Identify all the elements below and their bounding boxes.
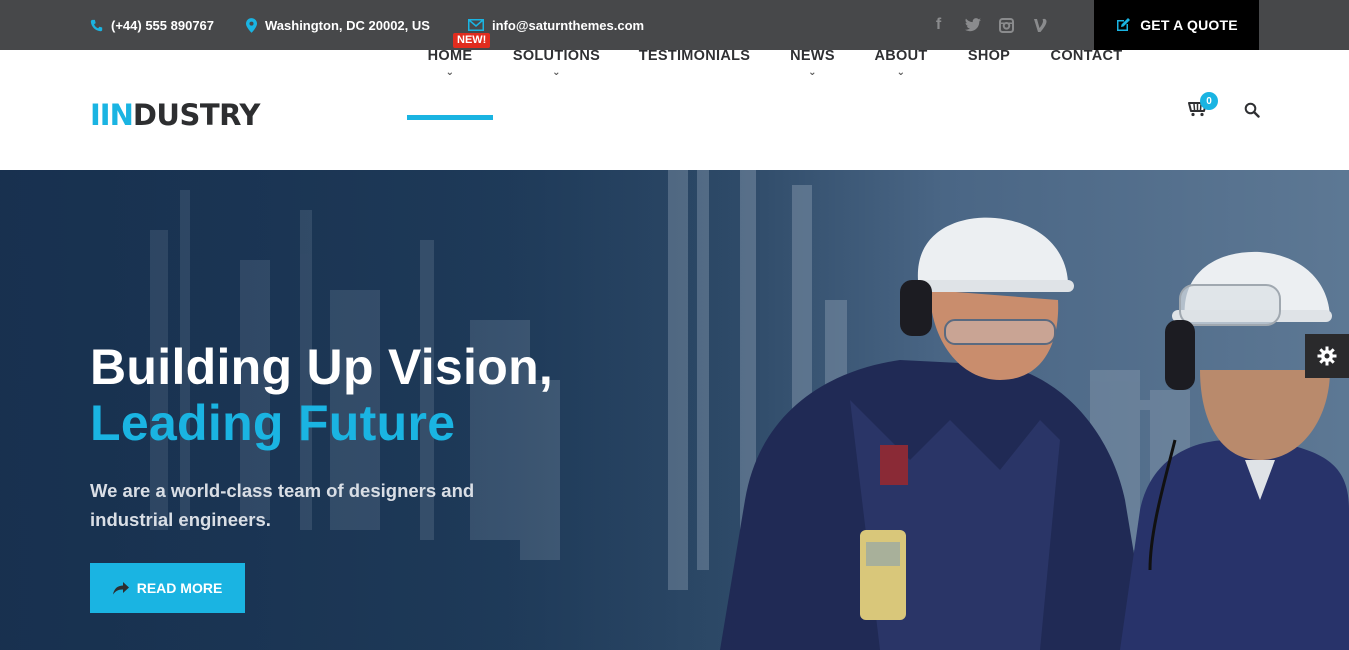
phone-number: (+44) 555 890767 <box>111 17 215 33</box>
read-more-button[interactable]: READ MORE <box>90 563 245 613</box>
share-arrow-icon <box>112 581 129 594</box>
nav-home-label: HOME <box>427 48 473 64</box>
phone-icon <box>90 19 103 31</box>
chevron-down-icon: ⌄ <box>896 67 906 78</box>
nav-about-label: ABOUT <box>874 48 928 64</box>
hero-title-line-2: Leading Future <box>90 395 456 451</box>
nav-news-label: NEWS <box>790 48 835 64</box>
nav-solutions[interactable]: SOLUTIONS ⌄ <box>508 0 605 120</box>
chevron-down-icon: ⌄ <box>808 67 817 78</box>
gear-icon <box>1317 346 1337 366</box>
read-more-label: READ MORE <box>136 580 223 596</box>
quote-label: GET A QUOTE <box>1140 17 1238 33</box>
active-indicator <box>407 115 493 120</box>
facebook-icon[interactable]: f <box>930 16 947 34</box>
nav-news[interactable]: NEWS ⌄ <box>784 0 841 120</box>
logo-text: DUSTRY <box>132 98 261 132</box>
phone-contact[interactable]: (+44) 555 890767 <box>90 0 214 50</box>
nav-testimonials[interactable]: TESTIMONIALS <box>634 0 755 120</box>
chevron-down-icon: ⌄ <box>445 67 455 78</box>
hero-banner: Building Up Vision, Leading Future We ar… <box>0 170 1349 650</box>
nav-about[interactable]: ABOUT ⌄ <box>870 0 932 120</box>
logo-mark: IIN <box>90 98 134 132</box>
nav-shop-label: SHOP <box>967 48 1011 64</box>
hero-subtitle: We are a world-class team of designers a… <box>90 480 475 530</box>
nav-solutions-label: SOLUTIONS <box>512 48 601 64</box>
nav-contact[interactable]: CONTACT <box>1045 0 1128 120</box>
nav-contact-label: CONTACT <box>1050 48 1123 64</box>
cart-count-badge: 0 <box>1200 92 1218 110</box>
nav-shop[interactable]: SHOP <box>962 0 1016 120</box>
address-contact: Washington, DC 20002, US <box>246 0 430 50</box>
chevron-down-icon: ⌄ <box>552 67 561 78</box>
nav-home[interactable]: HOME ⌄ <box>407 0 493 120</box>
address-text: Washington, DC 20002, US <box>265 17 430 33</box>
nav-testimonials-label: TESTIMONIALS <box>638 48 751 64</box>
hero-title-line-1: Building Up Vision, <box>90 339 554 395</box>
map-marker-icon <box>246 17 257 33</box>
search-icon[interactable] <box>1244 102 1260 118</box>
site-logo[interactable]: IIN DUSTRY <box>90 90 260 130</box>
new-badge: NEW! <box>453 33 491 48</box>
settings-panel-toggle[interactable] <box>1305 334 1349 378</box>
